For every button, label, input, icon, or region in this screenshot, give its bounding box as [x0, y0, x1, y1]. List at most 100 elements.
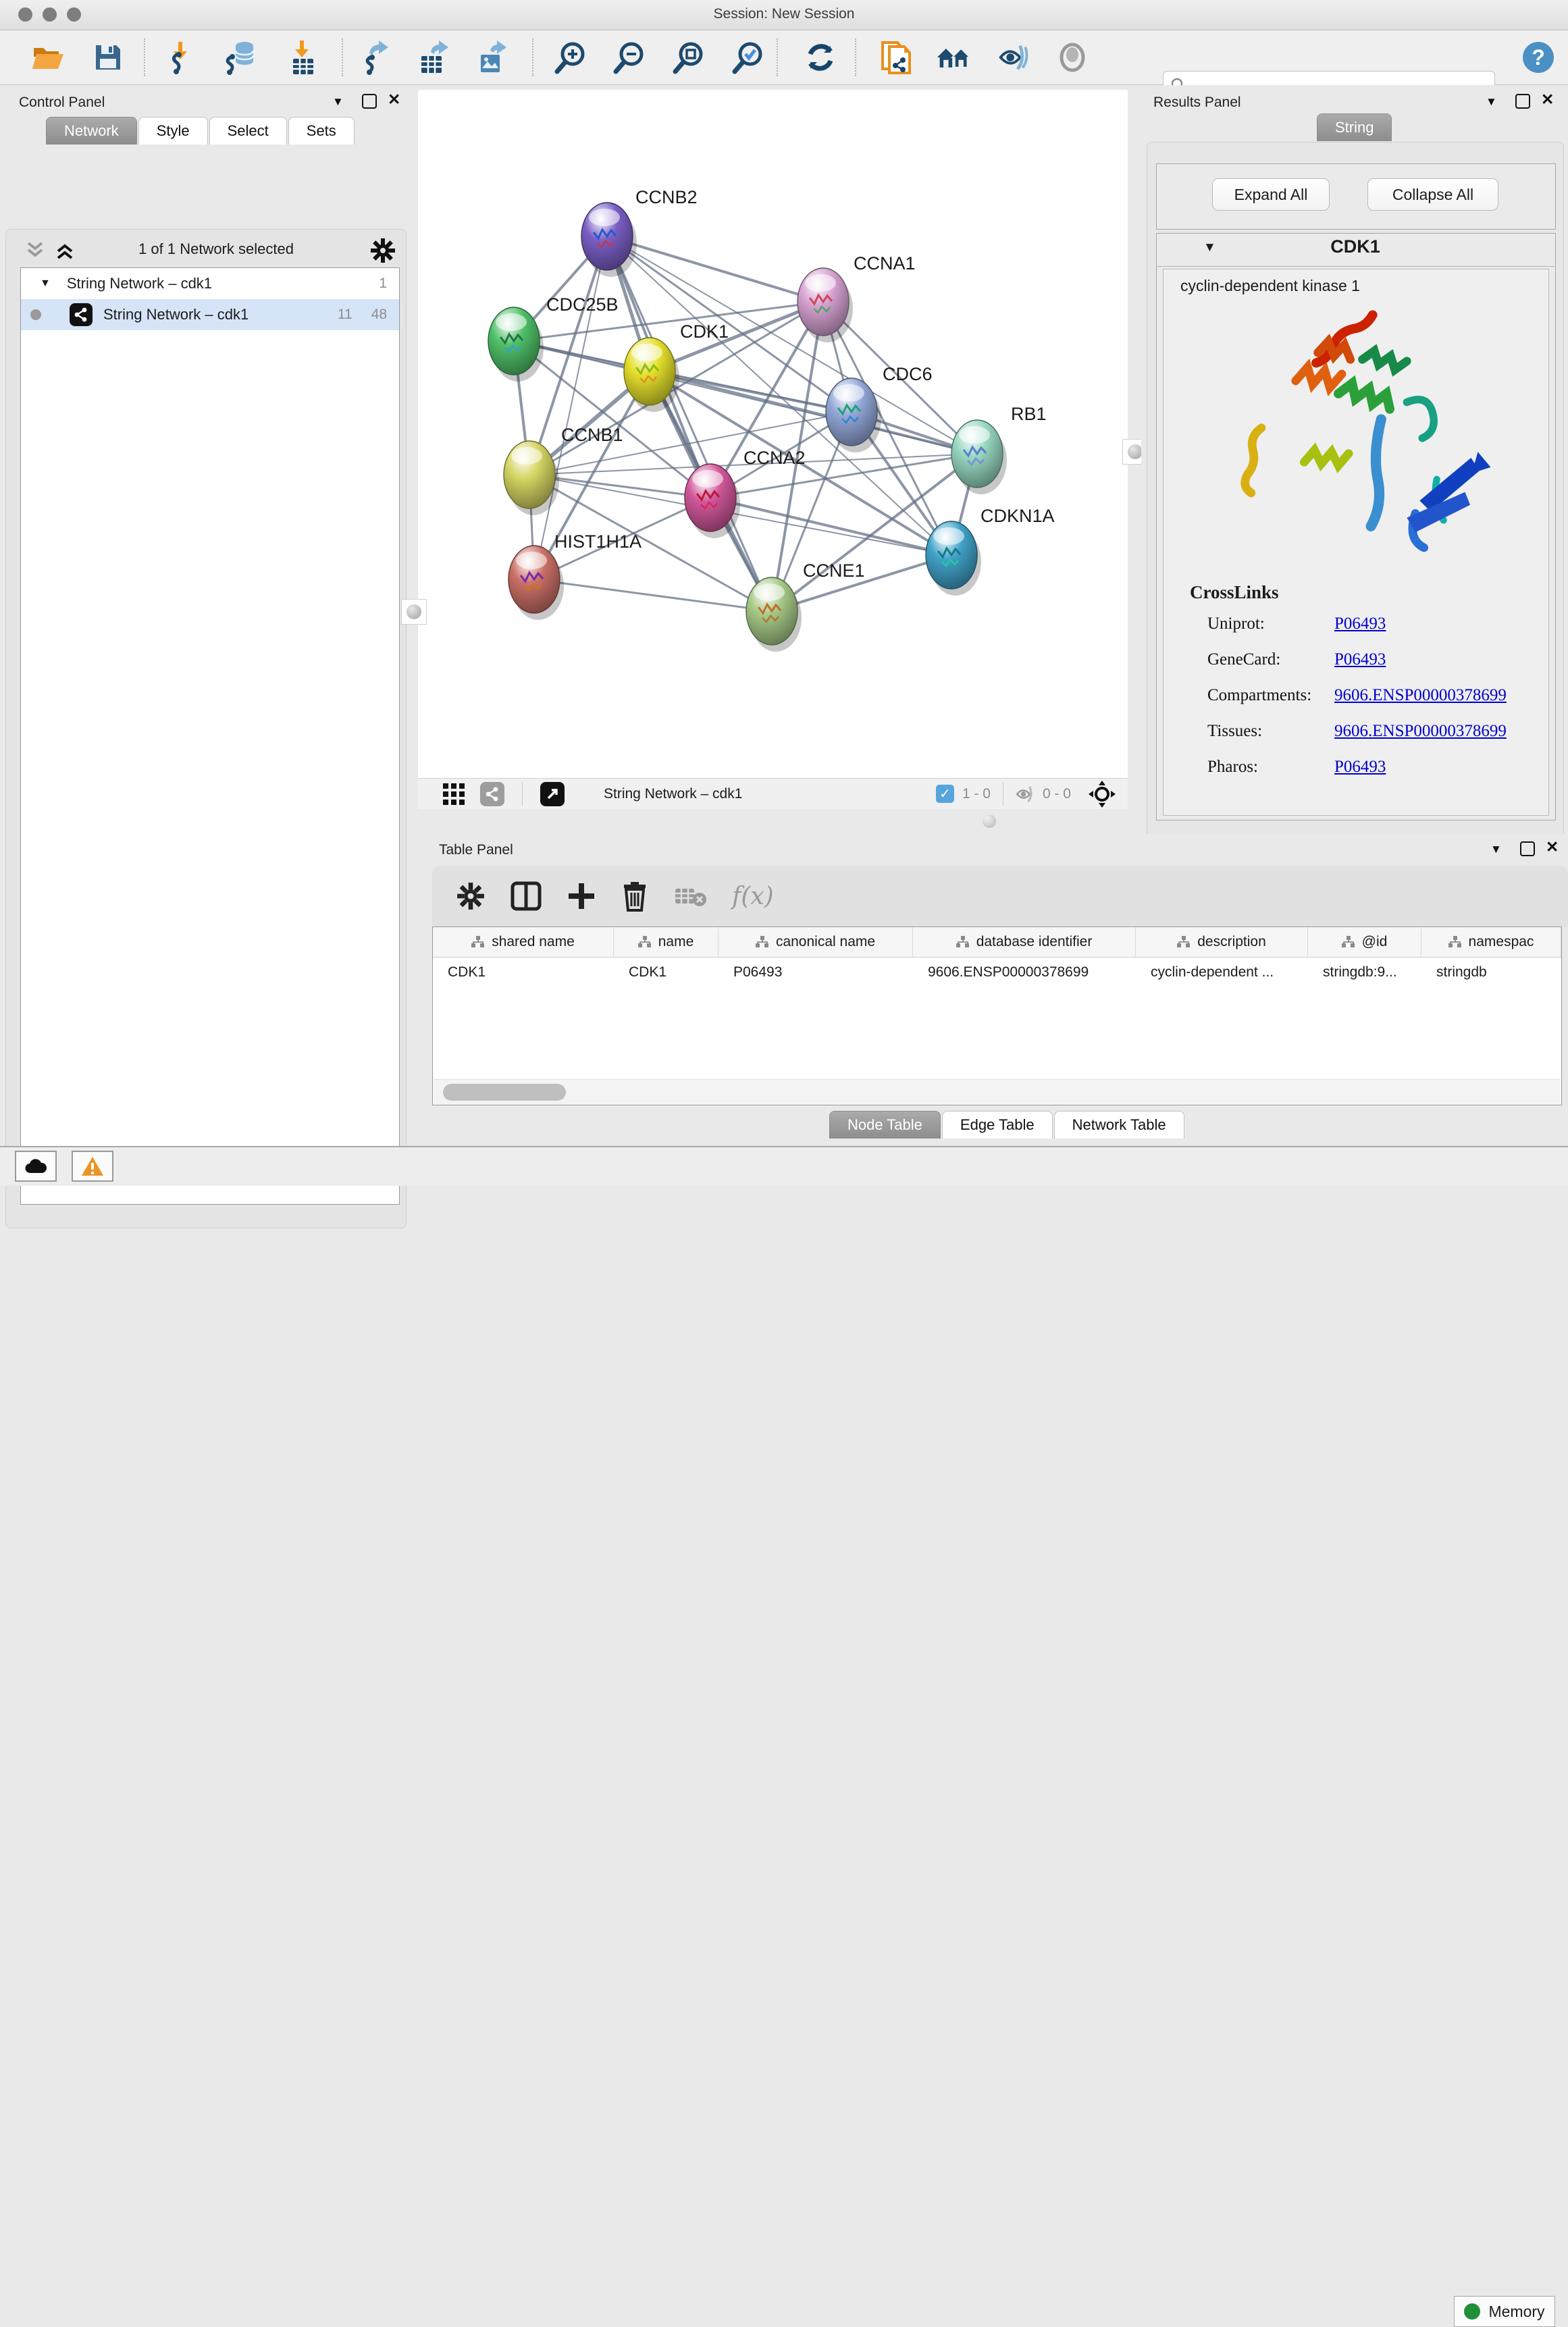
- warnings-button[interactable]: [72, 1151, 113, 1182]
- show-panels-button[interactable]: [936, 40, 971, 75]
- tab-style[interactable]: Style: [138, 117, 208, 145]
- network-row[interactable]: String Network – cdk1 11 48: [21, 299, 399, 330]
- tab-sets[interactable]: Sets: [288, 117, 355, 145]
- tab-network-table[interactable]: Network Table: [1054, 1111, 1184, 1139]
- export-table-button[interactable]: [417, 40, 452, 75]
- refresh-button[interactable]: [803, 40, 838, 75]
- delete-column-trash-icon[interactable]: [621, 881, 648, 912]
- table-hscrollbar: [434, 1079, 1561, 1105]
- clone-network-button[interactable]: [879, 40, 914, 75]
- tab-string[interactable]: String: [1317, 113, 1392, 141]
- network-canvas[interactable]: CCNB2CCNA1CDC25BCDK1CDC6RB1CCNB1CCNA2CDK…: [418, 90, 1128, 778]
- tree-expander-icon[interactable]: ▼: [40, 278, 51, 290]
- zoom-in-button[interactable]: [553, 40, 588, 75]
- network-edge[interactable]: [710, 498, 951, 555]
- network-edge[interactable]: [607, 236, 772, 611]
- crosslink-link[interactable]: 9606.ENSP00000378699: [1334, 722, 1507, 741]
- crosslink-link[interactable]: P06493: [1334, 650, 1386, 669]
- table-cell[interactable]: P06493: [718, 958, 913, 987]
- open-in-window-icon[interactable]: [540, 782, 565, 806]
- selected-checkbox[interactable]: ✓: [936, 785, 954, 803]
- network-node-ccna1[interactable]: CCNA1: [798, 253, 916, 342]
- float-panel-icon[interactable]: ▼: [1486, 95, 1497, 109]
- table-cell[interactable]: CDK1: [614, 958, 718, 987]
- network-view-title: String Network – cdk1: [604, 786, 742, 802]
- string-view-icon[interactable]: [480, 782, 504, 806]
- maximize-panel-icon[interactable]: [362, 94, 377, 109]
- network-node-ccne1[interactable]: CCNE1: [746, 560, 865, 652]
- maximize-panel-icon[interactable]: [1515, 94, 1530, 109]
- table-cell[interactable]: cyclin-dependent ...: [1136, 958, 1308, 987]
- tab-edge-table[interactable]: Edge Table: [942, 1111, 1053, 1139]
- network-node-ccnb1[interactable]: CCNB1: [504, 425, 623, 515]
- fit-content-crosshair-icon[interactable]: [1089, 781, 1116, 808]
- expand-all-button[interactable]: Expand All: [1212, 178, 1330, 211]
- add-column-plus-icon[interactable]: [567, 882, 596, 910]
- left-splitter-handle[interactable]: [401, 599, 427, 625]
- help-button[interactable]: ?: [1521, 40, 1556, 75]
- collapse-all-icon[interactable]: [26, 240, 50, 261]
- refresh-icon: [804, 41, 837, 74]
- column-header--id[interactable]: @id: [1308, 927, 1421, 957]
- attribute-icon: [638, 936, 652, 948]
- zoom-selected-button[interactable]: [731, 40, 766, 75]
- float-panel-icon[interactable]: ▼: [1490, 843, 1502, 856]
- zoom-fit-button[interactable]: [671, 40, 706, 75]
- expand-all-icon[interactable]: [55, 240, 80, 261]
- table-cell[interactable]: stringdb:9...: [1308, 958, 1421, 987]
- network-node-cdkn1a[interactable]: CDKN1A: [926, 506, 1055, 596]
- column-header-description[interactable]: description: [1136, 927, 1308, 957]
- network-collection-row[interactable]: ▼ String Network – cdk1 1: [21, 268, 399, 299]
- bottom-splitter-handle[interactable]: [983, 814, 996, 828]
- show-columns-icon[interactable]: [511, 881, 542, 911]
- column-header-namespac[interactable]: namespac: [1421, 927, 1561, 957]
- crosslink-link[interactable]: P06493: [1334, 758, 1386, 777]
- table-cell[interactable]: stringdb: [1421, 958, 1561, 987]
- tab-select[interactable]: Select: [209, 117, 287, 145]
- memory-label: Memory: [1488, 2303, 1544, 2321]
- network-node-hist1h1a[interactable]: HIST1H1A: [508, 531, 642, 620]
- string-app-icon: [70, 303, 93, 326]
- import-network-database-button[interactable]: [224, 40, 259, 75]
- close-panel-icon[interactable]: ✕: [1546, 838, 1559, 856]
- crosslink-link[interactable]: P06493: [1334, 615, 1386, 633]
- cloud-button[interactable]: [15, 1151, 57, 1182]
- maximize-panel-icon[interactable]: [1520, 841, 1535, 856]
- memory-button[interactable]: Memory: [1454, 2296, 1555, 2327]
- crosslink-link[interactable]: 9606.ENSP00000378699: [1334, 686, 1507, 705]
- float-panel-icon[interactable]: ▼: [332, 95, 344, 109]
- control-panel: Control Panel ▼ ✕ NetworkStyleSelectSets…: [0, 85, 417, 1146]
- export-image-button[interactable]: [475, 40, 511, 75]
- tab-node-table[interactable]: Node Table: [829, 1111, 941, 1139]
- network-edge[interactable]: [650, 371, 852, 412]
- network-node-ccnb2[interactable]: CCNB2: [581, 187, 698, 277]
- save-session-button[interactable]: [90, 40, 126, 75]
- network-node-cdc25b[interactable]: CDC25B: [488, 294, 619, 382]
- table-settings-gear-icon[interactable]: [456, 882, 485, 910]
- network-edge[interactable]: [607, 236, 823, 302]
- collapse-all-button[interactable]: Collapse All: [1367, 178, 1498, 211]
- import-network-file-button[interactable]: [166, 40, 201, 75]
- close-panel-icon[interactable]: ✕: [388, 90, 400, 109]
- column-header-shared-name[interactable]: shared name: [433, 927, 614, 957]
- gear-icon[interactable]: [370, 238, 396, 263]
- tab-network[interactable]: Network: [46, 117, 137, 145]
- hide-selected-button[interactable]: [995, 40, 1030, 75]
- hscrollbar-thumb[interactable]: [443, 1084, 566, 1101]
- import-table-file-button[interactable]: [285, 40, 320, 75]
- help-icon: ?: [1521, 41, 1555, 74]
- grid-view-icon[interactable]: [442, 783, 465, 806]
- table-row[interactable]: CDK1CDK1P064939606.ENSP00000378699cyclin…: [433, 958, 1561, 987]
- table-cell[interactable]: 9606.ENSP00000378699: [913, 958, 1136, 987]
- close-panel-icon[interactable]: ✕: [1541, 90, 1554, 109]
- network-node-rb1[interactable]: RB1: [951, 404, 1047, 494]
- table-cell[interactable]: CDK1: [433, 958, 614, 987]
- export-network-button[interactable]: [359, 40, 394, 75]
- column-header-database-identifier[interactable]: database identifier: [913, 927, 1136, 957]
- column-header-canonical-name[interactable]: canonical name: [718, 927, 913, 957]
- column-header-name[interactable]: name: [614, 927, 718, 957]
- network-edge[interactable]: [534, 579, 772, 611]
- show-hidden-button[interactable]: [1055, 40, 1090, 75]
- zoom-out-button[interactable]: [612, 40, 647, 75]
- open-session-button[interactable]: [31, 40, 66, 75]
